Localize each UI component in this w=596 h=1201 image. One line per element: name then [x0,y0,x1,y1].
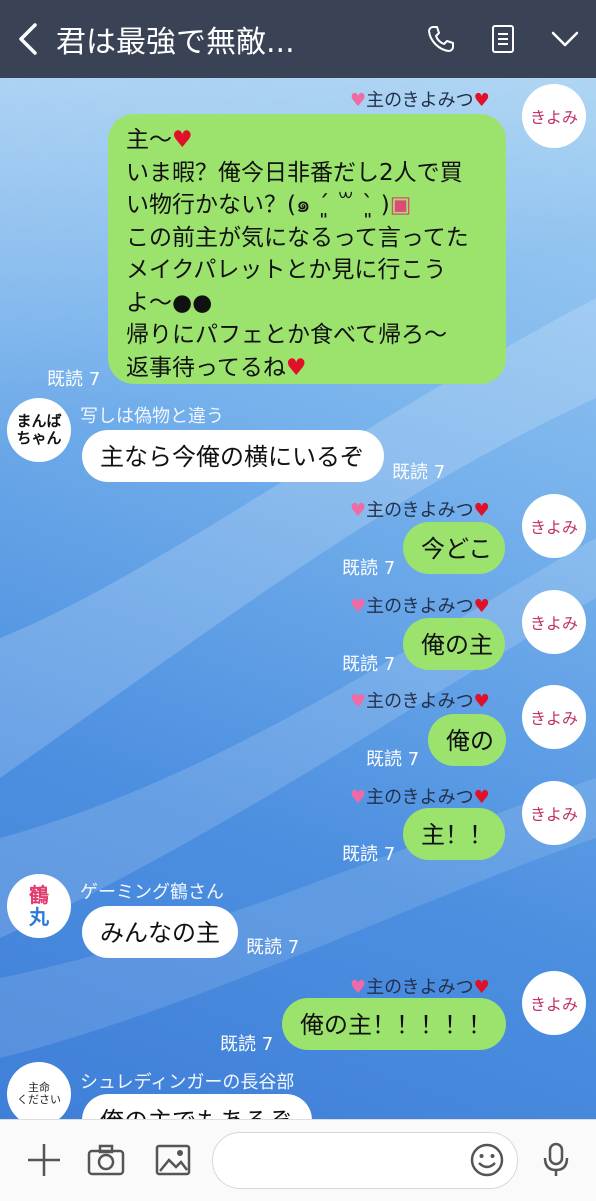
emoji-icon [470,1143,504,1177]
sender-name: ♥主のきよみつ♥ [350,90,490,111]
sender-name: ♥主のきよみつ♥ [350,787,490,808]
image-icon [155,1144,191,1176]
menu-button[interactable] [534,0,596,78]
camera-button[interactable] [86,1140,126,1180]
avatar-kiyomi[interactable]: きよみ [522,590,586,654]
input-bar [0,1119,596,1201]
shopping-bag-icon: ▣ [389,192,412,218]
message-bubble[interactable]: 今どこ [403,522,505,574]
eyes-icon: ●● [172,289,213,316]
add-button[interactable] [24,1140,64,1180]
phone-icon [428,26,454,52]
chat-area[interactable]: ♥主のきよみつ♥ きよみ 主〜♥ いま暇？俺今日非番だし2人で買 い物行かない？… [0,78,596,1119]
avatar-kiyomi[interactable]: きよみ [522,685,586,749]
chevron-down-icon [551,31,579,47]
avatar-manba[interactable]: まんば ちゃん [7,398,71,462]
sender-name: ♥主のきよみつ♥ [350,596,490,617]
sender-name: 写しは偽物と違う [80,406,224,427]
avatar-hasebe[interactable]: 主命 ください [7,1062,71,1119]
plus-icon [28,1144,60,1176]
read-receipt: 既読 7 [220,1034,274,1055]
message-bubble[interactable]: 俺の主でもあるぞ [82,1094,312,1119]
message-bubble[interactable]: 主〜♥ いま暇？俺今日非番だし2人で買 い物行かない？(๑ ˊ͈ ꒳ ˋ͈ )▣… [108,114,506,384]
avatar-tsuru[interactable]: 鶴 丸 [7,874,71,938]
sender-name: ♥主のきよみつ♥ [350,977,490,998]
avatar-kiyomi[interactable]: きよみ [522,494,586,558]
mic-button[interactable] [536,1140,576,1180]
avatar-kiyomi[interactable]: きよみ [522,971,586,1035]
read-receipt: 既読 7 [246,937,300,958]
image-button[interactable] [153,1140,193,1180]
mic-icon [543,1142,569,1176]
chat-title: 君は最強で無敵... [56,25,295,60]
sender-name: ♥主のきよみつ♥ [350,500,490,521]
read-receipt: 既読 7 [392,462,446,483]
chat-header: 君は最強で無敵... [0,0,596,78]
notes-icon [492,25,514,53]
read-receipt: 既読 7 [342,654,396,675]
avatar-kiyomi[interactable]: きよみ [522,781,586,845]
read-receipt: 既読 7 [366,749,420,770]
read-receipt: 既読 7 [342,844,396,865]
read-receipt: 既読 7 [342,558,396,579]
message-bubble[interactable]: みんなの主 [82,906,238,958]
chevron-left-icon [19,23,37,55]
back-button[interactable] [0,0,56,78]
message-bubble[interactable]: 主なら今俺の横にいるぞ [82,430,384,482]
message-bubble[interactable]: 主！！ [403,808,505,860]
emoji-button[interactable] [467,1140,507,1180]
read-receipt: 既読 7 [47,369,101,390]
message-bubble[interactable]: 俺の主 [403,618,505,670]
message-bubble[interactable]: 俺の主！！！！！ [282,998,506,1050]
sender-name: ゲーミング鶴さん [80,882,224,903]
sender-name: ♥主のきよみつ♥ [350,691,490,712]
camera-icon [87,1144,125,1176]
call-button[interactable] [410,0,472,78]
avatar-kiyomi[interactable]: きよみ [522,84,586,148]
message-bubble[interactable]: 俺の [428,714,506,766]
notes-button[interactable] [472,0,534,78]
sender-name: シュレディンガーの長谷部 [80,1072,295,1093]
